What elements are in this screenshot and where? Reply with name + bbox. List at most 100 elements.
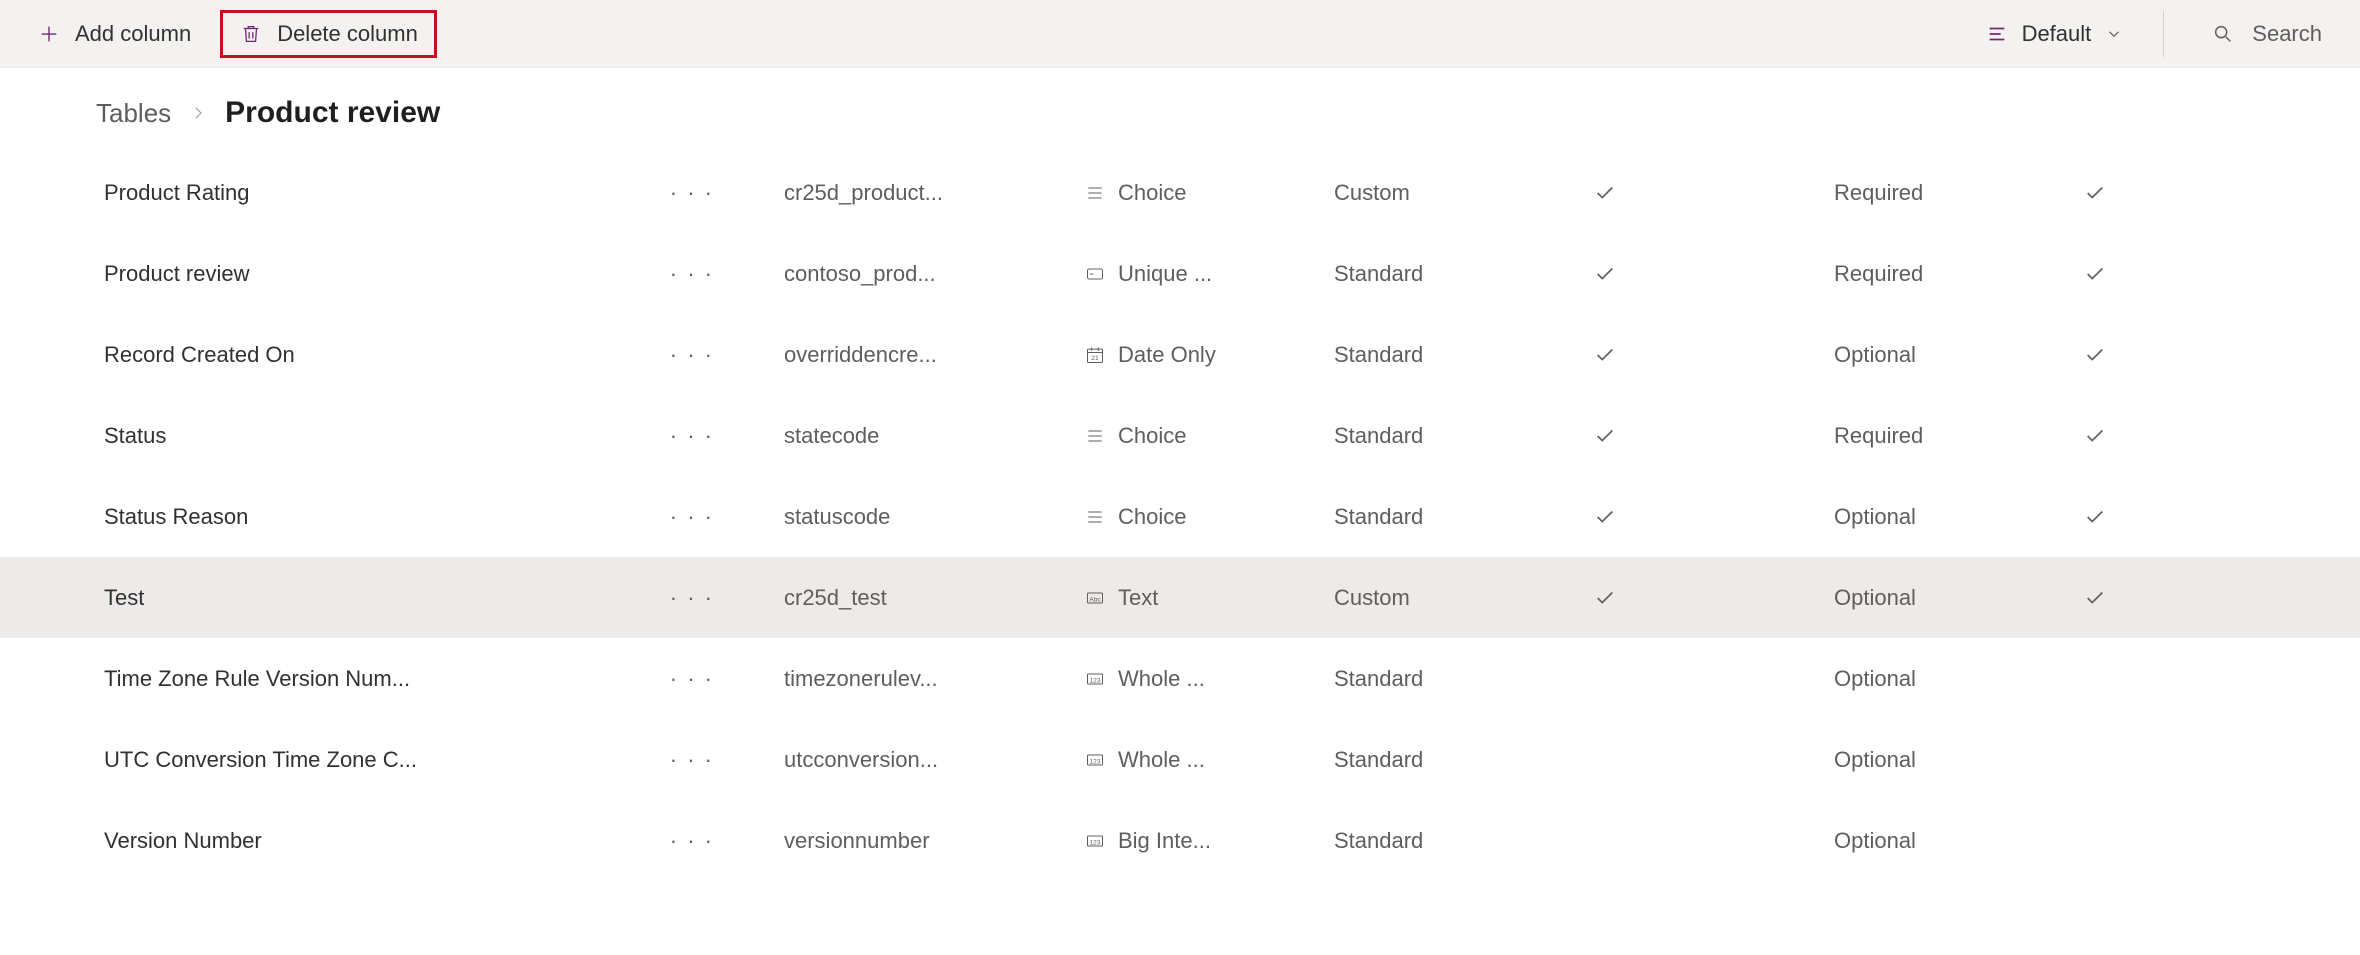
- check-icon: [2084, 263, 2106, 285]
- cell-customizable: [1594, 263, 1834, 285]
- cell-logical-name: contoso_prod...: [784, 261, 1084, 287]
- svg-text:123: 123: [1089, 758, 1100, 765]
- type-label: Unique ...: [1118, 261, 1212, 287]
- cell-required: Required: [1834, 261, 2084, 287]
- row-more-button[interactable]: · · ·: [660, 257, 724, 291]
- type-label: Choice: [1118, 423, 1186, 449]
- search-button[interactable]: Search: [2192, 21, 2342, 47]
- cell-type: Choice: [1084, 423, 1334, 449]
- chevron-down-icon: [2105, 25, 2123, 43]
- breadcrumb-parent[interactable]: Tables: [96, 98, 171, 129]
- cell-display-name: Product Rating · · ·: [104, 176, 784, 210]
- table-row[interactable]: Version Number· · ·versionnumber123Big I…: [0, 800, 2360, 881]
- cell-category: Custom: [1334, 585, 1594, 611]
- cell-type: Abc Text: [1084, 585, 1334, 611]
- check-icon: [1594, 425, 1616, 447]
- cell-searchable: [2084, 587, 2204, 609]
- table-row[interactable]: UTC Conversion Time Zone C...· · ·utccon…: [0, 719, 2360, 800]
- table-row[interactable]: Test· · ·cr25d_testAbcTextCustomOptional: [0, 557, 2360, 638]
- type-label: Choice: [1118, 504, 1186, 530]
- table-row[interactable]: Product review · · · contoso_prod... Unique…: [0, 233, 2360, 314]
- row-more-button[interactable]: · · ·: [660, 419, 724, 453]
- number-type-icon: 123: [1084, 830, 1106, 852]
- type-label: Big Inte...: [1118, 828, 1211, 854]
- add-column-button[interactable]: Add column: [18, 10, 210, 58]
- separator: [2163, 11, 2164, 57]
- cell-type: Choice: [1084, 504, 1334, 530]
- chevron-right-icon: [189, 104, 207, 122]
- cell-category: Standard: [1334, 342, 1594, 368]
- column-display-name: Status: [104, 423, 166, 449]
- delete-column-button[interactable]: Delete column: [220, 10, 437, 58]
- cell-category: Custom: [1334, 180, 1594, 206]
- cell-logical-name: cr25d_product...: [784, 180, 1084, 206]
- column-display-name: Product Rating: [104, 180, 250, 206]
- view-label: Default: [2022, 21, 2092, 47]
- cell-logical-name: timezonerulev...: [784, 666, 1084, 692]
- type-label: Whole ...: [1118, 666, 1205, 692]
- choice-type-icon: [1084, 425, 1106, 447]
- row-more-button[interactable]: · · ·: [660, 338, 724, 372]
- command-bar: Add column Delete column Default Search: [0, 0, 2360, 68]
- row-more-button[interactable]: · · ·: [660, 176, 724, 210]
- column-display-name: Product review: [104, 261, 250, 287]
- cell-searchable: [2084, 182, 2204, 204]
- cell-required: Required: [1834, 180, 2084, 206]
- check-icon: [1594, 182, 1616, 204]
- type-label: Choice: [1118, 180, 1186, 206]
- list-icon: [1986, 23, 2008, 45]
- row-more-button[interactable]: · · ·: [660, 743, 724, 777]
- cell-display-name: Record Created On · · ·: [104, 338, 784, 372]
- column-display-name: Record Created On: [104, 342, 295, 368]
- svg-text:Abc: Abc: [1089, 596, 1101, 603]
- cell-customizable: [1594, 344, 1834, 366]
- check-icon: [1594, 506, 1616, 528]
- row-more-button[interactable]: · · ·: [660, 824, 724, 858]
- table-row[interactable]: Status· · ·statecodeChoiceStandardRequir…: [0, 395, 2360, 476]
- cell-required: Optional: [1834, 342, 2084, 368]
- cell-category: Standard: [1334, 747, 1594, 773]
- cell-type: 21Date Only: [1084, 342, 1334, 368]
- check-icon: [2084, 344, 2106, 366]
- cell-customizable: [1594, 182, 1834, 204]
- choice-type-icon: [1084, 506, 1106, 528]
- table-row[interactable]: Time Zone Rule Version Num... · · · timezo…: [0, 638, 2360, 719]
- table-row[interactable]: Product Rating · · · cr25d_product... Choic…: [0, 152, 2360, 233]
- cell-display-name: Product review · · ·: [104, 257, 784, 291]
- cell-required: Optional: [1834, 747, 2084, 773]
- column-display-name: Time Zone Rule Version Num...: [104, 666, 410, 692]
- cell-display-name: Time Zone Rule Version Num... · · ·: [104, 662, 784, 696]
- cell-customizable: [1594, 587, 1834, 609]
- cell-logical-name: statuscode: [784, 504, 1084, 530]
- table-row[interactable]: Record Created On· · ·overriddencre...21…: [0, 314, 2360, 395]
- row-more-button[interactable]: · · ·: [660, 581, 724, 615]
- svg-text:123: 123: [1089, 839, 1100, 846]
- check-icon: [1594, 587, 1616, 609]
- choice-type-icon: [1084, 182, 1106, 204]
- cell-display-name: Status · · ·: [104, 419, 784, 453]
- key-type-icon: [1084, 263, 1106, 285]
- column-display-name: Status Reason: [104, 504, 248, 530]
- row-more-button[interactable]: · · ·: [660, 662, 724, 696]
- search-label: Search: [2252, 21, 2322, 47]
- number-type-icon: 123: [1084, 749, 1106, 771]
- trash-icon: [239, 22, 263, 46]
- type-label: Text: [1118, 585, 1158, 611]
- check-icon: [1594, 344, 1616, 366]
- columns-table: Product Rating · · · cr25d_product... Choic…: [0, 152, 2360, 881]
- number-type-icon: 123: [1084, 668, 1106, 690]
- cell-type: Choice: [1084, 180, 1334, 206]
- cell-category: Standard: [1334, 261, 1594, 287]
- type-label: Whole ...: [1118, 747, 1205, 773]
- check-icon: [2084, 587, 2106, 609]
- row-more-button[interactable]: · · ·: [660, 500, 724, 534]
- cell-logical-name: cr25d_test: [784, 585, 1084, 611]
- cell-type: 123 Whole ...: [1084, 747, 1334, 773]
- column-display-name: Test: [104, 585, 144, 611]
- cell-display-name: UTC Conversion Time Zone C...· · ·: [104, 743, 784, 777]
- text-type-icon: Abc: [1084, 587, 1106, 609]
- plus-icon: [37, 22, 61, 46]
- table-row[interactable]: Status Reason· · ·statuscodeChoiceStanda…: [0, 476, 2360, 557]
- view-selector[interactable]: Default: [1974, 13, 2136, 55]
- cell-logical-name: utcconversion...: [784, 747, 1084, 773]
